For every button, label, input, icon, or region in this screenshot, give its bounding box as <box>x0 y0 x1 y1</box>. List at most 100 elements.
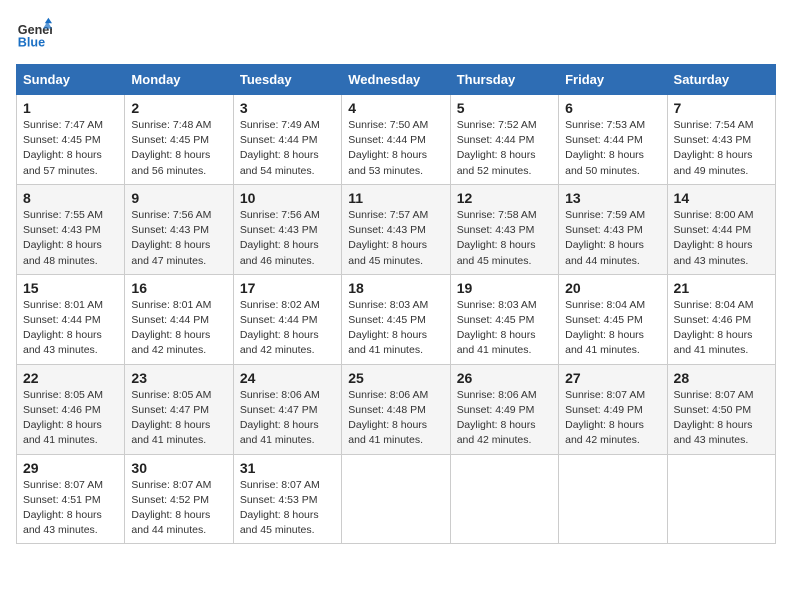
day-number: 16 <box>131 280 226 296</box>
day-number: 11 <box>348 190 443 206</box>
calendar-cell: 2 Sunrise: 7:48 AMSunset: 4:45 PMDayligh… <box>125 95 233 185</box>
day-info: Sunrise: 8:06 AMSunset: 4:47 PMDaylight:… <box>240 388 335 449</box>
logo-icon: General Blue <box>16 16 52 52</box>
calendar-cell <box>559 454 667 544</box>
calendar-cell: 26 Sunrise: 8:06 AMSunset: 4:49 PMDaylig… <box>450 364 558 454</box>
calendar-cell: 29 Sunrise: 8:07 AMSunset: 4:51 PMDaylig… <box>17 454 125 544</box>
calendar-cell: 14 Sunrise: 8:00 AMSunset: 4:44 PMDaylig… <box>667 184 775 274</box>
calendar-cell: 24 Sunrise: 8:06 AMSunset: 4:47 PMDaylig… <box>233 364 341 454</box>
day-number: 3 <box>240 100 335 116</box>
day-info: Sunrise: 7:55 AMSunset: 4:43 PMDaylight:… <box>23 208 118 269</box>
calendar-week-row: 22 Sunrise: 8:05 AMSunset: 4:46 PMDaylig… <box>17 364 776 454</box>
col-header-saturday: Saturday <box>667 65 775 95</box>
day-number: 29 <box>23 460 118 476</box>
day-info: Sunrise: 8:03 AMSunset: 4:45 PMDaylight:… <box>457 298 552 359</box>
calendar-cell: 6 Sunrise: 7:53 AMSunset: 4:44 PMDayligh… <box>559 95 667 185</box>
svg-text:Blue: Blue <box>18 36 45 50</box>
day-info: Sunrise: 8:05 AMSunset: 4:46 PMDaylight:… <box>23 388 118 449</box>
calendar-cell: 3 Sunrise: 7:49 AMSunset: 4:44 PMDayligh… <box>233 95 341 185</box>
calendar-header-row: SundayMondayTuesdayWednesdayThursdayFrid… <box>17 65 776 95</box>
day-info: Sunrise: 8:07 AMSunset: 4:50 PMDaylight:… <box>674 388 769 449</box>
day-info: Sunrise: 8:00 AMSunset: 4:44 PMDaylight:… <box>674 208 769 269</box>
day-info: Sunrise: 7:58 AMSunset: 4:43 PMDaylight:… <box>457 208 552 269</box>
calendar-cell: 1 Sunrise: 7:47 AMSunset: 4:45 PMDayligh… <box>17 95 125 185</box>
calendar-cell <box>667 454 775 544</box>
day-info: Sunrise: 7:52 AMSunset: 4:44 PMDaylight:… <box>457 118 552 179</box>
day-number: 4 <box>348 100 443 116</box>
day-info: Sunrise: 8:06 AMSunset: 4:48 PMDaylight:… <box>348 388 443 449</box>
calendar-cell: 12 Sunrise: 7:58 AMSunset: 4:43 PMDaylig… <box>450 184 558 274</box>
day-number: 19 <box>457 280 552 296</box>
calendar-cell: 25 Sunrise: 8:06 AMSunset: 4:48 PMDaylig… <box>342 364 450 454</box>
calendar-week-row: 29 Sunrise: 8:07 AMSunset: 4:51 PMDaylig… <box>17 454 776 544</box>
day-info: Sunrise: 7:53 AMSunset: 4:44 PMDaylight:… <box>565 118 660 179</box>
day-info: Sunrise: 8:04 AMSunset: 4:46 PMDaylight:… <box>674 298 769 359</box>
day-number: 12 <box>457 190 552 206</box>
day-number: 18 <box>348 280 443 296</box>
day-info: Sunrise: 7:54 AMSunset: 4:43 PMDaylight:… <box>674 118 769 179</box>
day-number: 1 <box>23 100 118 116</box>
day-info: Sunrise: 7:48 AMSunset: 4:45 PMDaylight:… <box>131 118 226 179</box>
calendar-week-row: 15 Sunrise: 8:01 AMSunset: 4:44 PMDaylig… <box>17 274 776 364</box>
day-number: 6 <box>565 100 660 116</box>
col-header-thursday: Thursday <box>450 65 558 95</box>
day-info: Sunrise: 8:07 AMSunset: 4:52 PMDaylight:… <box>131 478 226 539</box>
day-info: Sunrise: 8:02 AMSunset: 4:44 PMDaylight:… <box>240 298 335 359</box>
calendar-cell: 9 Sunrise: 7:56 AMSunset: 4:43 PMDayligh… <box>125 184 233 274</box>
col-header-tuesday: Tuesday <box>233 65 341 95</box>
calendar-cell: 11 Sunrise: 7:57 AMSunset: 4:43 PMDaylig… <box>342 184 450 274</box>
day-number: 24 <box>240 370 335 386</box>
page-header: General Blue <box>16 16 776 52</box>
day-info: Sunrise: 7:47 AMSunset: 4:45 PMDaylight:… <box>23 118 118 179</box>
day-info: Sunrise: 7:56 AMSunset: 4:43 PMDaylight:… <box>240 208 335 269</box>
day-info: Sunrise: 8:06 AMSunset: 4:49 PMDaylight:… <box>457 388 552 449</box>
day-info: Sunrise: 7:59 AMSunset: 4:43 PMDaylight:… <box>565 208 660 269</box>
calendar-cell: 30 Sunrise: 8:07 AMSunset: 4:52 PMDaylig… <box>125 454 233 544</box>
day-number: 28 <box>674 370 769 386</box>
col-header-monday: Monday <box>125 65 233 95</box>
day-number: 8 <box>23 190 118 206</box>
day-info: Sunrise: 8:07 AMSunset: 4:49 PMDaylight:… <box>565 388 660 449</box>
col-header-friday: Friday <box>559 65 667 95</box>
calendar-cell: 8 Sunrise: 7:55 AMSunset: 4:43 PMDayligh… <box>17 184 125 274</box>
day-number: 9 <box>131 190 226 206</box>
calendar-cell: 7 Sunrise: 7:54 AMSunset: 4:43 PMDayligh… <box>667 95 775 185</box>
calendar-cell <box>342 454 450 544</box>
calendar-cell: 13 Sunrise: 7:59 AMSunset: 4:43 PMDaylig… <box>559 184 667 274</box>
day-number: 25 <box>348 370 443 386</box>
day-info: Sunrise: 8:01 AMSunset: 4:44 PMDaylight:… <box>23 298 118 359</box>
day-number: 31 <box>240 460 335 476</box>
day-number: 23 <box>131 370 226 386</box>
calendar-cell: 27 Sunrise: 8:07 AMSunset: 4:49 PMDaylig… <box>559 364 667 454</box>
day-number: 7 <box>674 100 769 116</box>
calendar-cell <box>450 454 558 544</box>
day-number: 21 <box>674 280 769 296</box>
col-header-wednesday: Wednesday <box>342 65 450 95</box>
day-info: Sunrise: 8:01 AMSunset: 4:44 PMDaylight:… <box>131 298 226 359</box>
calendar-cell: 22 Sunrise: 8:05 AMSunset: 4:46 PMDaylig… <box>17 364 125 454</box>
calendar-cell: 21 Sunrise: 8:04 AMSunset: 4:46 PMDaylig… <box>667 274 775 364</box>
day-number: 26 <box>457 370 552 386</box>
calendar-cell: 19 Sunrise: 8:03 AMSunset: 4:45 PMDaylig… <box>450 274 558 364</box>
calendar-cell: 18 Sunrise: 8:03 AMSunset: 4:45 PMDaylig… <box>342 274 450 364</box>
calendar-cell: 16 Sunrise: 8:01 AMSunset: 4:44 PMDaylig… <box>125 274 233 364</box>
day-number: 14 <box>674 190 769 206</box>
day-info: Sunrise: 8:07 AMSunset: 4:51 PMDaylight:… <box>23 478 118 539</box>
logo: General Blue <box>16 16 56 52</box>
calendar-cell: 10 Sunrise: 7:56 AMSunset: 4:43 PMDaylig… <box>233 184 341 274</box>
calendar-cell: 28 Sunrise: 8:07 AMSunset: 4:50 PMDaylig… <box>667 364 775 454</box>
day-number: 22 <box>23 370 118 386</box>
calendar-cell: 4 Sunrise: 7:50 AMSunset: 4:44 PMDayligh… <box>342 95 450 185</box>
day-info: Sunrise: 8:03 AMSunset: 4:45 PMDaylight:… <box>348 298 443 359</box>
day-number: 20 <box>565 280 660 296</box>
calendar-cell: 15 Sunrise: 8:01 AMSunset: 4:44 PMDaylig… <box>17 274 125 364</box>
calendar-week-row: 8 Sunrise: 7:55 AMSunset: 4:43 PMDayligh… <box>17 184 776 274</box>
calendar-week-row: 1 Sunrise: 7:47 AMSunset: 4:45 PMDayligh… <box>17 95 776 185</box>
day-info: Sunrise: 8:04 AMSunset: 4:45 PMDaylight:… <box>565 298 660 359</box>
day-info: Sunrise: 7:57 AMSunset: 4:43 PMDaylight:… <box>348 208 443 269</box>
day-info: Sunrise: 8:05 AMSunset: 4:47 PMDaylight:… <box>131 388 226 449</box>
day-number: 30 <box>131 460 226 476</box>
day-info: Sunrise: 7:56 AMSunset: 4:43 PMDaylight:… <box>131 208 226 269</box>
col-header-sunday: Sunday <box>17 65 125 95</box>
day-number: 13 <box>565 190 660 206</box>
